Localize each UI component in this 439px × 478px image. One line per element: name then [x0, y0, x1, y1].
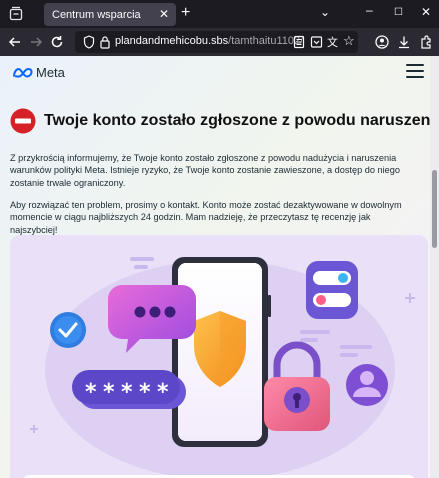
page-scrollbar[interactable]: [430, 56, 439, 478]
paragraph-intro: Z przykrością informujemy, że Twoje kont…: [10, 153, 400, 188]
screenshot-icon[interactable]: [310, 35, 323, 49]
url-path: /tamthaitu1102/: [228, 35, 304, 47]
close-window-icon[interactable]: ✕: [421, 5, 431, 19]
meta-logo[interactable]: Meta: [12, 65, 65, 80]
tab-list-icon[interactable]: [8, 6, 24, 22]
page-heading: Twoje konto zostało zgłoszone z powodu n…: [10, 108, 430, 134]
svg-text:*: *: [103, 380, 115, 405]
back-arrow-icon[interactable]: [8, 35, 22, 49]
svg-text:*: *: [139, 380, 151, 405]
svg-text:*: *: [157, 380, 169, 405]
tab-title: Centrum wsparcia: [52, 8, 141, 21]
close-icon[interactable]: ✕: [159, 7, 169, 21]
minimize-icon[interactable]: –: [366, 3, 373, 17]
maximize-icon[interactable]: ☐: [394, 7, 403, 18]
star-icon[interactable]: ☆: [343, 33, 355, 49]
reload-icon[interactable]: [50, 35, 64, 49]
svg-text:*: *: [85, 380, 97, 405]
url-domain: plandandmehicobu.sbs: [115, 35, 229, 47]
no-entry-icon: [10, 108, 36, 134]
meta-logo-icon: [13, 67, 33, 78]
scrollbar-thumb[interactable]: [432, 170, 437, 248]
extensions-icon[interactable]: [419, 35, 433, 49]
shield-icon[interactable]: [83, 35, 95, 49]
url-text: plandandmehicobu.sbs/tamthaitu1102/: [115, 35, 303, 47]
forward-arrow-icon[interactable]: [29, 35, 43, 49]
paragraph-contact: Aby rozwiązać ten problem, prosimy o kon…: [10, 200, 402, 235]
security-illustration-graphic: * * * * *: [23, 257, 415, 478]
reader-view-icon[interactable]: [293, 35, 305, 49]
downloads-icon[interactable]: [397, 35, 411, 49]
url-bar[interactable]: plandandmehicobu.sbs/tamthaitu1102/ 文 ☆: [75, 31, 358, 53]
chevron-down-icon[interactable]: ⌄: [320, 5, 330, 19]
svg-text:*: *: [121, 380, 133, 405]
translate-icon[interactable]: 文: [327, 34, 338, 50]
plus-icon[interactable]: +: [181, 5, 190, 21]
account-icon[interactable]: [375, 35, 389, 49]
tab-centrum-wsparcia[interactable]: Centrum wsparcia ✕: [44, 3, 176, 26]
navigation-toolbar: plandandmehicobu.sbs/tamthaitu1102/ 文 ☆: [0, 28, 439, 56]
page-title: Twoje konto zostało zgłoszone z powodu n…: [44, 112, 430, 129]
lock-icon[interactable]: [99, 35, 111, 49]
hamburger-menu-icon[interactable]: [406, 64, 424, 78]
brand-name: Meta: [36, 65, 65, 80]
page-viewport: Meta Twoje konto zostało zgłoszone z pow…: [0, 56, 430, 478]
tab-bar: Centrum wsparcia ✕ + ⌄ – ☐ ✕: [0, 0, 439, 28]
security-illustration: * * * * *: [10, 235, 428, 478]
